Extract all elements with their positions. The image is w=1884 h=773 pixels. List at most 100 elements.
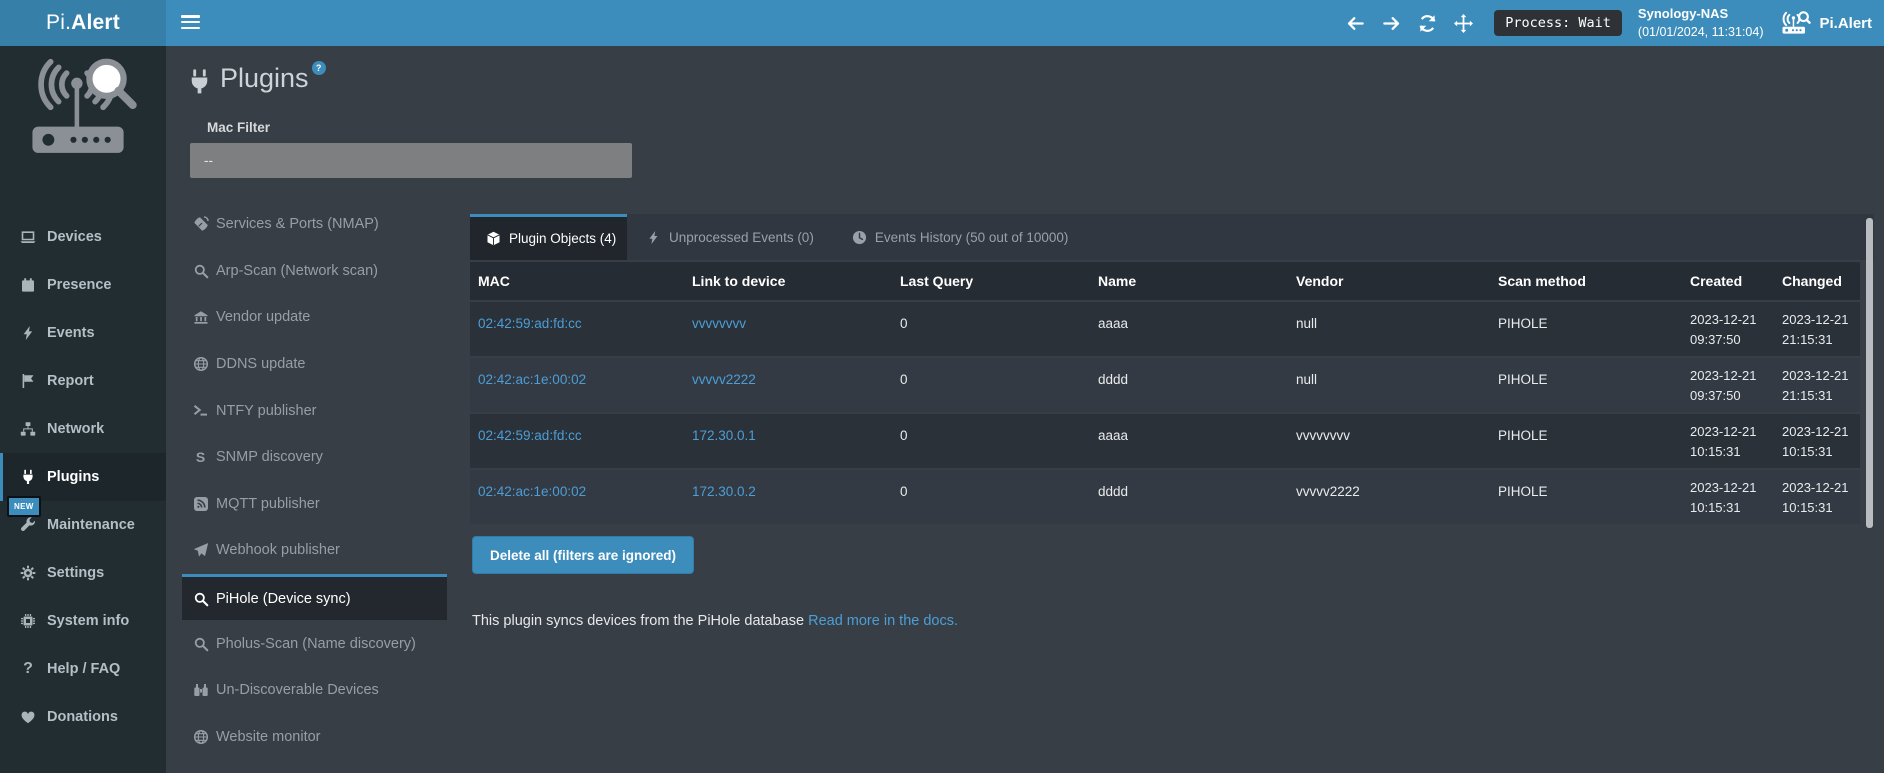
page-title: Plugins ? — [186, 62, 326, 95]
cell-last-query: 0 — [900, 358, 1098, 412]
cell-created: 2023-12-2109:37:50 — [1690, 302, 1782, 356]
bolt-icon — [646, 230, 661, 245]
app-logo-prefix: Pi. — [46, 11, 71, 35]
column-header-scan-method[interactable]: Scan method — [1498, 262, 1690, 300]
table-row: 02:42:59:ad:fd:cc vvvvvvvv 0 aaaa null P… — [470, 302, 1860, 356]
sidebar-item-devices[interactable]: Devices — [0, 213, 166, 261]
sidebar-item-report[interactable]: Report — [0, 357, 166, 405]
cell-changed: 2023-12-2110:15:31 — [1782, 470, 1860, 524]
device-link[interactable]: 172.30.0.1 — [692, 428, 756, 443]
cell-mac: 02:42:ac:1e:00:02 — [470, 358, 692, 412]
plugin-nav-item-ddns-update[interactable]: DDNS update — [182, 341, 447, 388]
sitemap-icon — [18, 421, 38, 437]
plugin-nav-item-arp-scan[interactable]: Arp-Scan (Network scan) — [182, 248, 447, 295]
cube-icon — [486, 231, 501, 246]
pialert-logo — [23, 56, 149, 170]
flag-icon — [18, 373, 38, 389]
sidebar-item-system-info[interactable]: System info — [0, 597, 166, 645]
docs-link[interactable]: Read more in the docs. — [808, 613, 958, 629]
tab-bar: Plugin Objects (4) Unprocessed Events (0… — [470, 214, 1874, 260]
plugin-nav-item-website-monitor[interactable]: Website monitor — [182, 714, 447, 761]
plugin-nav-item-pholus-scan[interactable]: Pholus-Scan (Name discovery) — [182, 620, 447, 667]
main-content: Plugins ? Mac Filter Services & Ports (N… — [166, 46, 1884, 773]
table-row: 02:42:59:ad:fd:cc 172.30.0.1 0 aaaa vvvv… — [470, 414, 1860, 468]
cell-scan-method: PIHOLE — [1498, 414, 1690, 468]
cell-link-to-device: vvvvvvvv — [692, 302, 900, 356]
table-scrollbar[interactable] — [1866, 218, 1873, 528]
mac-link[interactable]: 02:42:ac:1e:00:02 — [478, 372, 586, 387]
plugin-nav-item-vendor-update[interactable]: Vendor update — [182, 294, 447, 341]
host-info: Synology-NAS (01/01/2024, 11:31:04) — [1638, 4, 1764, 42]
cell-changed: 2023-12-2121:15:31 — [1782, 358, 1860, 412]
help-badge[interactable]: ? — [312, 61, 326, 75]
sidebar-item-help-faq[interactable]: ?Help / FAQ — [0, 645, 166, 693]
plugin-nav-item-mqtt-publisher[interactable]: MQTT publisher — [182, 481, 447, 528]
plugin-nav-item-webhook-publisher[interactable]: Webhook publisher — [182, 527, 447, 574]
cell-mac: 02:42:59:ad:fd:cc — [470, 414, 692, 468]
cell-vendor: null — [1296, 358, 1498, 412]
sidebar-item-settings[interactable]: Settings — [0, 549, 166, 597]
laptop-icon — [18, 229, 38, 245]
column-header-name[interactable]: Name — [1098, 262, 1296, 300]
bank-icon — [192, 309, 209, 325]
sidebar-item-events[interactable]: Events — [0, 309, 166, 357]
cell-name: dddd — [1098, 358, 1296, 412]
cell-created: 2023-12-2110:15:31 — [1690, 470, 1782, 524]
delete-all-button[interactable]: Delete all (filters are ignored) — [472, 536, 694, 574]
plugin-nav-item-ntfy-publisher[interactable]: NTFY publisher — [182, 387, 447, 434]
host-time: (01/01/2024, 11:31:04) — [1638, 23, 1764, 42]
cell-vendor: null — [1296, 302, 1498, 356]
plugin-nav-item-un-discoverable-devices[interactable]: Un-Discoverable Devices — [182, 667, 447, 714]
back-arrow-icon[interactable] — [1346, 14, 1365, 33]
satellite-dish-icon — [192, 216, 209, 232]
plugin-nav-item-snmp-discovery[interactable]: SSNMP discovery — [182, 434, 447, 481]
column-header-created[interactable]: Created — [1690, 262, 1782, 300]
device-link[interactable]: 172.30.0.2 — [692, 484, 756, 499]
process-status-badge: Process: Wait — [1494, 10, 1622, 36]
column-header-mac[interactable]: MAC — [470, 262, 692, 300]
table-header: MAC Link to device Last Query Name Vendo… — [470, 262, 1860, 300]
cell-vendor: vvvvvvvv — [1296, 414, 1498, 468]
cell-name: aaaa — [1098, 302, 1296, 356]
sidebar-item-plugins[interactable]: Plugins — [0, 453, 166, 501]
tab-unprocessed-events[interactable]: Unprocessed Events (0) — [627, 214, 833, 260]
cell-created: 2023-12-2109:37:50 — [1690, 358, 1782, 412]
mac-link[interactable]: 02:42:59:ad:fd:cc — [478, 316, 582, 331]
refresh-icon[interactable] — [1418, 14, 1437, 33]
move-icon[interactable] — [1454, 14, 1473, 33]
app-logo[interactable]: Pi.Alert — [0, 0, 166, 46]
menu-toggle-icon[interactable] — [181, 15, 200, 31]
sidebar-item-presence[interactable]: Presence — [0, 261, 166, 309]
device-link[interactable]: vvvvv2222 — [692, 372, 756, 387]
pialert-app: Pi.Alert Process: Wait Synology-NAS (01/… — [0, 0, 1884, 773]
cell-scan-method: PIHOLE — [1498, 358, 1690, 412]
column-header-changed[interactable]: Changed — [1782, 262, 1860, 300]
globe-icon — [192, 356, 209, 372]
bolt-icon — [18, 325, 38, 341]
plugin-nav-item-pihole-device-sync[interactable]: PiHole (Device sync) — [182, 574, 447, 621]
cell-link-to-device: vvvvv2222 — [692, 358, 900, 412]
sidebar-item-donations[interactable]: Donations — [0, 693, 166, 741]
tab-plugin-objects[interactable]: Plugin Objects (4) — [470, 214, 627, 260]
search-icon — [192, 263, 209, 279]
device-link[interactable]: vvvvvvvv — [692, 316, 746, 331]
plugin-nav-item-services-ports-nmap[interactable]: Services & Ports (NMAP) — [182, 201, 447, 248]
globe-icon — [192, 729, 209, 745]
topbar-controls: Process: Wait Synology-NAS (01/01/2024, … — [1346, 0, 1872, 46]
column-header-link[interactable]: Link to device — [692, 262, 900, 300]
question-icon: ? — [18, 661, 38, 677]
forward-arrow-icon[interactable] — [1382, 14, 1401, 33]
sidebar-item-network[interactable]: Network — [0, 405, 166, 453]
column-header-vendor[interactable]: Vendor — [1296, 262, 1498, 300]
cell-mac: 02:42:ac:1e:00:02 — [470, 470, 692, 524]
mac-filter-input[interactable] — [190, 143, 632, 178]
mac-link[interactable]: 02:42:ac:1e:00:02 — [478, 484, 586, 499]
mac-link[interactable]: 02:42:59:ad:fd:cc — [478, 428, 582, 443]
topbar: Pi.Alert Process: Wait Synology-NAS (01/… — [0, 0, 1884, 46]
topbar-brand: Pi.Alert — [1781, 11, 1872, 35]
calendar-icon — [18, 277, 38, 293]
cell-scan-method: PIHOLE — [1498, 302, 1690, 356]
app-logo-bold: Alert — [71, 11, 120, 35]
tab-events-history[interactable]: Events History (50 out of 10000) — [833, 214, 1088, 260]
column-header-last-query[interactable]: Last Query — [900, 262, 1098, 300]
